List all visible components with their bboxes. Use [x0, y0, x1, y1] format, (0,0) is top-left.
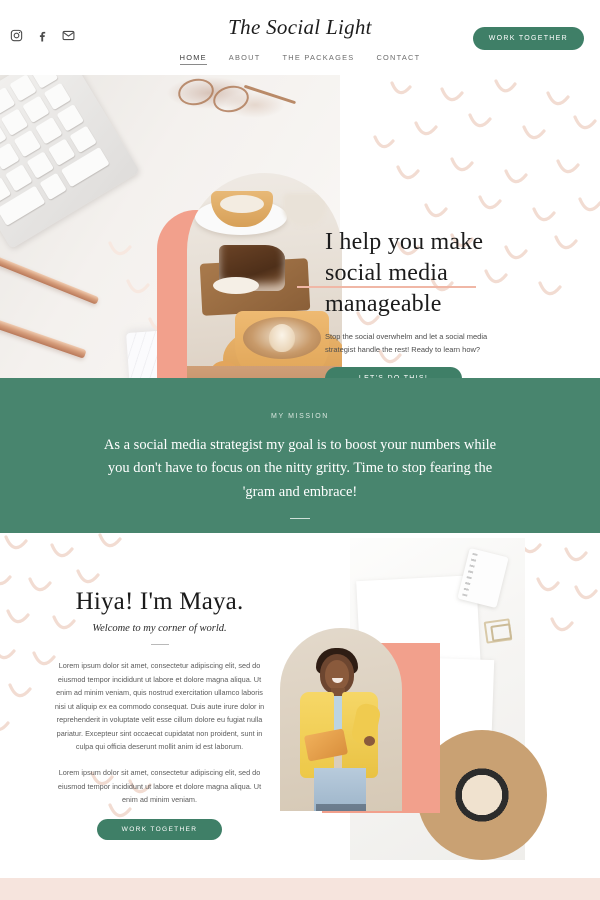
nav-item-home[interactable]: HOME	[179, 53, 207, 65]
hero-cta-button[interactable]: LET'S DO THIS!	[325, 366, 462, 378]
about-paragraph-2: Lorem ipsum dolor sit amet, consectetur …	[57, 767, 262, 805]
hero-heading-line-1: I help you make	[325, 229, 484, 255]
mission-text: As a social media strategist my goal is …	[103, 437, 497, 500]
latte-art	[243, 317, 321, 359]
nav-item-the-packages[interactable]: THE PACKAGES	[283, 53, 355, 65]
nav-item-about[interactable]: ABOUT	[229, 53, 261, 65]
mission-section: MY MISSION As a social media strategist …	[0, 378, 600, 533]
glasses-arm	[243, 84, 297, 104]
glasses-image	[175, 75, 217, 109]
nav-item-contact[interactable]: CONTACT	[376, 53, 420, 65]
portrait-hand	[364, 736, 375, 746]
about-subheading: Welcome to my corner of world.	[92, 623, 227, 634]
about-heading: Hiya! I'm Maya.	[75, 588, 244, 615]
cake-slice	[213, 245, 285, 294]
mission-eyebrow: MY MISSION	[271, 413, 329, 420]
about-section: Hiya! I'm Maya. Welcome to my corner of …	[0, 533, 600, 863]
binder-clip	[483, 618, 513, 644]
maya-portrait-photo	[280, 628, 402, 811]
about-copy: Hiya! I'm Maya. Welcome to my corner of …	[52, 588, 267, 840]
about-divider	[150, 644, 169, 645]
rose-gold-pen-1	[0, 253, 100, 305]
page-root: The Social Light HOME ABOUT THE PACKAGES…	[0, 0, 600, 900]
rose-gold-pen-2	[0, 316, 87, 359]
hero-copy: I help you make social media manageable …	[296, 227, 565, 378]
mission-divider	[290, 518, 310, 520]
hero-heading-line-3: manageable	[325, 290, 442, 317]
about-work-together-button[interactable]: WORK TOGETHER	[97, 818, 222, 840]
spiral-notebook	[457, 547, 509, 609]
hero-heading-line-2: social media	[296, 258, 477, 289]
coffee-cup-background	[283, 193, 327, 227]
main-nav: HOME ABOUT THE PACKAGES CONTACT	[0, 53, 600, 65]
hands-holding-cup	[187, 366, 342, 378]
about-paragraph-1: Lorem ipsum dolor sit amet, consectetur …	[54, 661, 265, 752]
portrait-legs	[316, 804, 366, 811]
coffee-arch-photo	[187, 173, 342, 378]
header-work-together-button[interactable]: WORK TOGETHER	[472, 27, 584, 50]
keyboard-image	[0, 75, 140, 249]
portrait-face	[325, 660, 349, 690]
site-header: The Social Light HOME ABOUT THE PACKAGES…	[0, 0, 600, 75]
hero-section: I help you make social media manageable …	[0, 75, 600, 378]
footer-blush-band	[0, 878, 600, 900]
hero-heading: I help you make social media manageable	[296, 227, 565, 320]
hero-paragraph: Stop the social overwhelm and let a soci…	[325, 331, 488, 354]
